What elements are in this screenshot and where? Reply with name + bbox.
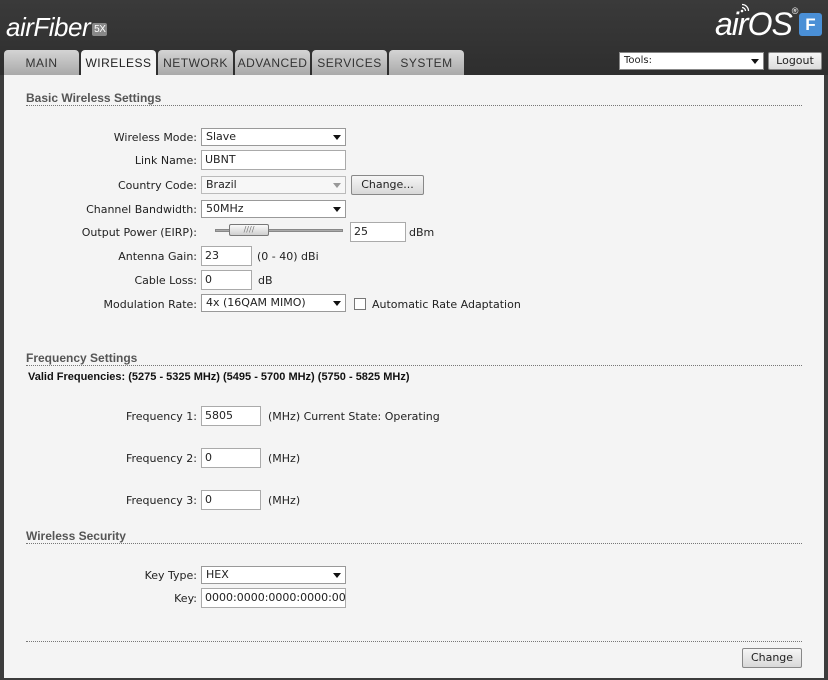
output-power-label: Output Power (EIRP): bbox=[81, 226, 197, 239]
change-button[interactable]: Change bbox=[742, 648, 802, 668]
key-label: Key: bbox=[174, 592, 197, 605]
frequency-1-input[interactable]: 5805 bbox=[201, 406, 261, 426]
basic-wireless-title: Basic Wireless Settings bbox=[26, 91, 162, 105]
modulation-rate-select[interactable]: 4x (16QAM MIMO) bbox=[201, 294, 346, 312]
key-type-label: Key Type: bbox=[144, 569, 197, 582]
airos-f-badge: F bbox=[799, 13, 822, 36]
tab-system[interactable]: SYSTEM bbox=[389, 50, 464, 75]
header: airFiber 5X airOS® F MAIN WIRELESS NETWOR… bbox=[0, 0, 828, 76]
brand-badge: 5X bbox=[92, 22, 108, 36]
channel-bandwidth-value: 50MHz bbox=[206, 202, 244, 215]
output-power-input[interactable]: 25 bbox=[350, 222, 406, 242]
frequency-settings-title: Frequency Settings bbox=[26, 351, 138, 365]
channel-bandwidth-select[interactable]: 50MHz bbox=[201, 200, 346, 218]
airos-logo: airOS® bbox=[715, 6, 799, 43]
link-name-input[interactable]: UBNT bbox=[201, 150, 346, 170]
chevron-down-icon bbox=[333, 301, 341, 306]
country-code-value: Brazil bbox=[206, 178, 237, 191]
brand-text: airFiber bbox=[6, 12, 91, 42]
frequency-3-input[interactable]: 0 bbox=[201, 490, 261, 510]
cable-loss-label: Cable Loss: bbox=[134, 274, 197, 287]
link-name-label: Link Name: bbox=[134, 154, 197, 167]
tools-select[interactable]: Tools: bbox=[619, 52, 764, 70]
tools-select-value: Tools: bbox=[624, 55, 653, 66]
frequency-1-status: (MHz) Current State: Operating bbox=[268, 410, 440, 423]
frequency-3-unit: (MHz) bbox=[268, 494, 301, 507]
divider bbox=[26, 365, 802, 366]
tab-wireless[interactable]: WIRELESS bbox=[81, 50, 156, 76]
tab-advanced[interactable]: ADVANCED bbox=[235, 50, 310, 75]
airfiber-logo: airFiber 5X bbox=[6, 12, 108, 43]
auto-rate-label: Automatic Rate Adaptation bbox=[372, 298, 521, 311]
antenna-gain-unit: (0 - 40) dBi bbox=[257, 250, 319, 263]
chevron-down-icon bbox=[333, 573, 341, 578]
key-type-select[interactable]: HEX bbox=[201, 566, 346, 584]
frequency-2-unit: (MHz) bbox=[268, 452, 301, 465]
country-code-label: Country Code: bbox=[117, 179, 197, 192]
frequency-1-label: Frequency 1: bbox=[125, 410, 197, 423]
output-power-unit: dBm bbox=[409, 226, 435, 239]
modulation-rate-value: 4x (16QAM MIMO) bbox=[206, 296, 306, 309]
output-power-slider-handle[interactable]: //// bbox=[229, 224, 269, 236]
chevron-down-icon bbox=[333, 183, 341, 188]
divider bbox=[26, 543, 802, 544]
wireless-mode-select[interactable]: Slave bbox=[201, 128, 346, 146]
cable-loss-input[interactable]: 0 bbox=[201, 270, 252, 290]
antenna-gain-input[interactable]: 23 bbox=[201, 246, 252, 266]
registered-mark: ® bbox=[791, 6, 799, 16]
chevron-down-icon bbox=[333, 207, 341, 212]
frequency-3-label: Frequency 3: bbox=[125, 494, 197, 507]
chevron-down-icon bbox=[751, 59, 759, 64]
logout-button[interactable]: Logout bbox=[768, 52, 822, 70]
wireless-mode-label: Wireless Mode: bbox=[113, 131, 197, 144]
change-country-button[interactable]: Change... bbox=[351, 175, 424, 195]
divider bbox=[26, 641, 802, 642]
key-input[interactable]: 0000:0000:0000:0000:0000:0000:0000:0000 bbox=[201, 588, 346, 608]
divider bbox=[26, 105, 802, 106]
main-tabs: MAIN WIRELESS NETWORK ADVANCED SERVICES … bbox=[4, 50, 466, 76]
frequency-2-label: Frequency 2: bbox=[125, 452, 197, 465]
country-code-select: Brazil bbox=[201, 176, 346, 194]
auto-rate-checkbox[interactable] bbox=[354, 298, 366, 310]
wireless-security-title: Wireless Security bbox=[26, 529, 126, 543]
valid-frequencies-text: Valid Frequencies: (5275 - 5325 MHz) (54… bbox=[28, 371, 410, 383]
wireless-mode-value: Slave bbox=[206, 130, 237, 143]
os-logo-text: airOS bbox=[715, 6, 793, 42]
chevron-down-icon bbox=[333, 135, 341, 140]
tab-main[interactable]: MAIN bbox=[4, 50, 79, 75]
modulation-rate-label: Modulation Rate: bbox=[103, 298, 197, 311]
frequency-2-input[interactable]: 0 bbox=[201, 448, 261, 468]
settings-panel: Basic Wireless Settings Wireless Mode: S… bbox=[4, 75, 824, 678]
tab-services[interactable]: SERVICES bbox=[312, 50, 387, 75]
tab-network[interactable]: NETWORK bbox=[158, 50, 233, 75]
key-type-value: HEX bbox=[206, 568, 229, 581]
cable-loss-unit: dB bbox=[258, 274, 273, 287]
channel-bandwidth-label: Channel Bandwidth: bbox=[86, 203, 197, 216]
antenna-gain-label: Antenna Gain: bbox=[118, 250, 197, 263]
